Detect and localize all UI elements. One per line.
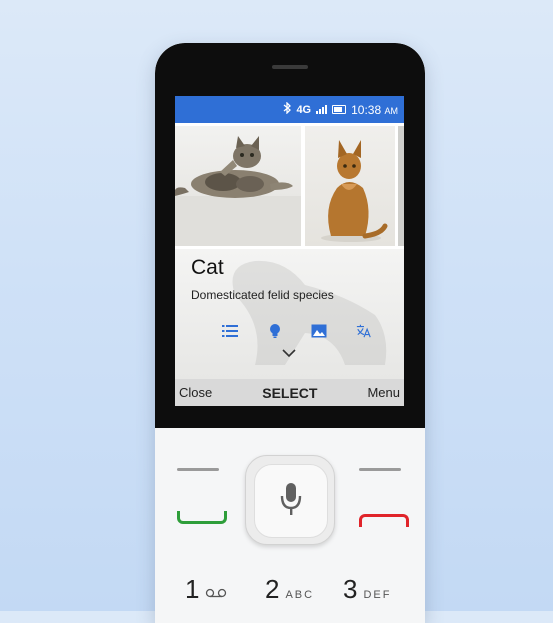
next-image-edge[interactable] [398, 126, 404, 246]
article-subtitle: Domesticated felid species [191, 288, 334, 302]
phone-bezel: 4G 10:38 AM Cat Domesticated felid speci… [155, 43, 425, 428]
softkey-bar: Close SELECT Menu [175, 379, 404, 406]
translate-icon[interactable] [356, 323, 372, 339]
info-card[interactable]: Cat Domesticated felid species [175, 249, 404, 379]
bluetooth-icon [283, 101, 292, 117]
image-gallery[interactable] [175, 123, 404, 249]
cat-image-sitting[interactable] [305, 126, 395, 246]
key-2[interactable]: 2 ABC [265, 574, 314, 605]
card-actions [222, 322, 372, 340]
key-2-digit: 2 [265, 574, 280, 604]
card-background-image [232, 260, 387, 365]
article-title: Cat [191, 256, 224, 279]
microphone-icon [280, 482, 302, 521]
voice-assistant-button[interactable] [245, 455, 335, 545]
clock-time: 10:38 [351, 102, 382, 117]
voice-button-face [254, 464, 328, 538]
voicemail-icon [205, 585, 227, 603]
close-softkey[interactable]: Close [179, 385, 212, 400]
status-bar: 4G 10:38 AM [175, 96, 404, 123]
clock: 10:38 AM [351, 103, 398, 117]
call-button[interactable] [177, 511, 227, 524]
select-softkey[interactable]: SELECT [262, 385, 317, 401]
right-softkey-button[interactable] [359, 468, 401, 471]
lightbulb-icon[interactable] [267, 323, 283, 339]
battery-icon [332, 105, 347, 114]
key-1[interactable]: 1 [185, 574, 227, 605]
phone-screen: 4G 10:38 AM Cat Domesticated felid speci… [175, 96, 404, 406]
keypad: 1 2 ABC 3 DEF [155, 428, 425, 623]
left-softkey-button[interactable] [177, 468, 219, 471]
list-icon[interactable] [222, 323, 238, 339]
phone-device: 4G 10:38 AM Cat Domesticated felid speci… [155, 43, 425, 623]
key-3-digit: 3 [343, 574, 358, 604]
key-1-digit: 1 [185, 574, 200, 604]
clock-ampm: AM [384, 105, 399, 116]
signal-icon [316, 105, 328, 114]
key-3[interactable]: 3 DEF [343, 574, 391, 605]
end-call-button[interactable] [359, 514, 409, 527]
key-2-letters: ABC [285, 589, 315, 601]
earpiece-speaker [272, 65, 308, 69]
chevron-down-icon[interactable] [281, 345, 297, 363]
cat-image-lying[interactable] [175, 126, 301, 246]
image-icon[interactable] [311, 323, 327, 339]
network-type: 4G [296, 103, 312, 116]
key-3-letters: DEF [363, 589, 392, 601]
menu-softkey[interactable]: Menu [367, 385, 400, 400]
